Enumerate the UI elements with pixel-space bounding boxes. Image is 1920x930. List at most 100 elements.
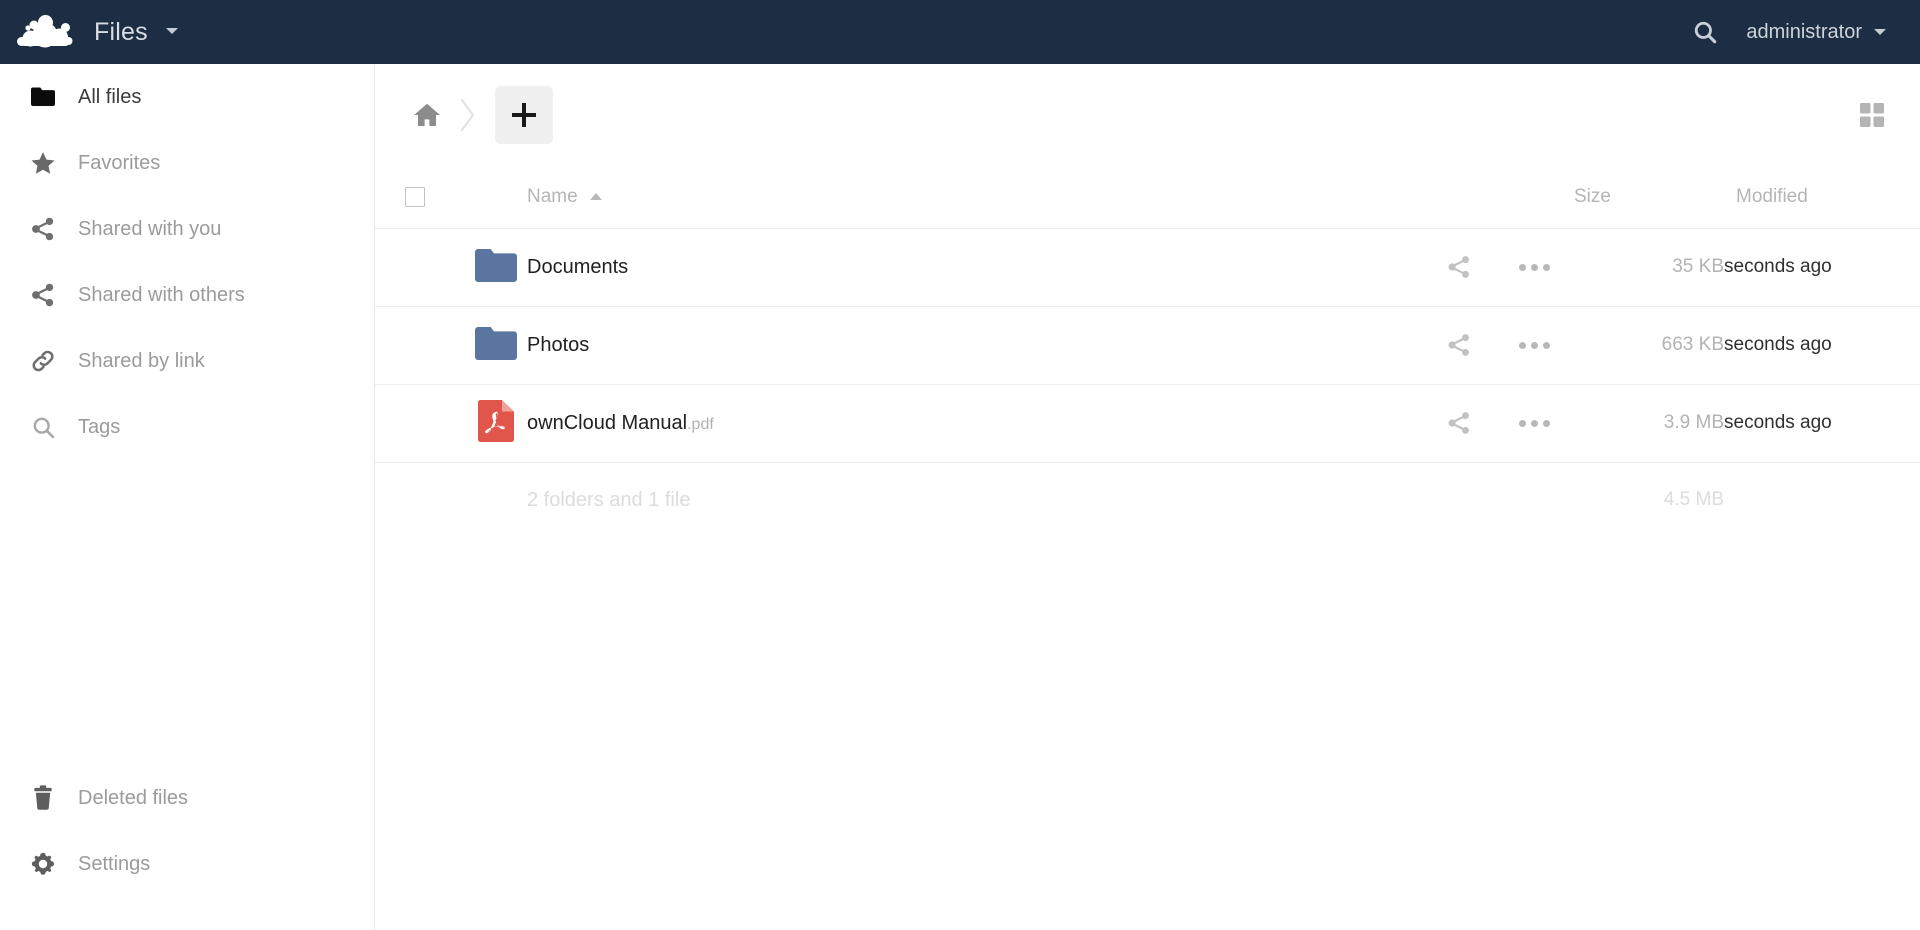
star-icon [18,151,68,176]
sidebar-item-label: Deleted files [78,786,189,809]
more-actions-icon [1518,341,1550,349]
summary-spacer-4 [1494,462,1574,538]
folder-icon [475,248,517,282]
sidebar: All files Favorites Shared with you Shar… [0,64,375,930]
grid-view-toggle-button[interactable] [1850,93,1894,137]
share-icon [18,216,68,242]
main-content: Name Size Modified Documents 35 KB secon… [375,64,1920,930]
row-name-cell[interactable]: ownCloud Manual.pdf [527,384,1424,463]
share-button[interactable] [1436,244,1482,290]
row-checkbox-cell[interactable] [375,384,465,463]
summary-spacer-2 [465,462,527,538]
summary-spacer-1 [375,462,465,538]
summary-spacer-3 [1424,462,1494,538]
sidebar-item-shared-by-link[interactable]: Shared by link [0,328,374,394]
file-list-header: Name Size Modified [375,166,1920,229]
sidebar-item-all-files[interactable]: All files [0,64,374,130]
modified-header[interactable]: Modified [1724,166,1920,229]
row-share-cell [1424,384,1494,463]
sidebar-secondary-nav: Deleted files Settings [0,765,374,897]
app-title-label: Files [94,17,148,46]
more-actions-icon [1518,263,1550,271]
file-name-label[interactable]: Photos [527,334,589,356]
name-sort-control[interactable]: Name [527,186,602,208]
sidebar-item-shared-with-others[interactable]: Shared with others [0,262,374,328]
sidebar-primary-nav: All files Favorites Shared with you Shar… [0,64,374,460]
sidebar-item-settings[interactable]: Settings [0,831,374,897]
chevron-right-icon [460,98,475,132]
share-icon [18,282,68,308]
row-share-cell [1424,306,1494,385]
sidebar-item-favorites[interactable]: Favorites [0,130,374,196]
grid-view-icon [1860,103,1884,127]
share-button[interactable] [1436,400,1482,446]
search-button[interactable] [1678,0,1732,64]
owncloud-logo[interactable] [0,0,90,64]
file-extension-label: .pdf [687,415,714,433]
search-icon [1695,21,1717,44]
sidebar-item-label: Shared with others [78,283,245,306]
row-icon-cell [465,384,527,463]
breadcrumb-home-button[interactable] [405,93,449,137]
user-name-label: administrator [1746,20,1862,43]
row-modified: seconds ago [1724,228,1920,307]
share-button[interactable] [1436,322,1482,368]
actions-header [1494,166,1574,229]
app-header: Files administrator [0,0,1920,64]
pdf-file-icon [478,399,514,442]
select-all-checkbox[interactable] [405,186,425,207]
home-icon [414,103,440,126]
folder-icon [18,86,68,108]
controls-bar [375,64,1920,166]
header-right-group: administrator [1678,0,1920,64]
table-row[interactable]: Documents 35 KB seconds ago [375,228,1920,307]
sidebar-item-tags[interactable]: Tags [0,394,374,460]
summary-count-label: 2 folders and 1 file [527,488,691,511]
row-name-cell[interactable]: Photos [527,306,1424,385]
table-row[interactable]: ownCloud Manual.pdf 3.9 MB seconds ago [375,384,1920,463]
row-modified: seconds ago [1724,306,1920,385]
row-actions-cell [1494,228,1574,307]
row-checkbox-cell[interactable] [375,306,465,385]
sidebar-item-label: Tags [78,415,121,438]
more-actions-button[interactable] [1511,244,1557,290]
share-icon [1448,256,1469,278]
row-icon-cell [465,306,527,385]
modified-header-label: Modified [1736,185,1808,207]
row-size: 3.9 MB [1574,384,1724,463]
file-name-label[interactable]: Documents [527,256,628,278]
sidebar-item-shared-with-you[interactable]: Shared with you [0,196,374,262]
row-checkbox-cell[interactable] [375,228,465,307]
sidebar-item-label: Shared with you [78,217,222,240]
owncloud-cloud-logo-icon [17,15,73,48]
summary-total-size: 4.5 MB [1663,489,1724,511]
row-actions-cell [1494,306,1574,385]
more-actions-button[interactable] [1511,400,1557,446]
summary-spacer-5 [1724,462,1920,538]
size-header[interactable]: Size [1574,166,1724,229]
gear-icon [18,851,68,877]
share-icon [1448,412,1469,434]
row-size: 35 KB [1574,228,1724,307]
new-file-button[interactable] [495,86,553,144]
name-header[interactable]: Name [527,166,1424,229]
user-menu[interactable]: administrator [1732,0,1894,64]
summary-count-cell: 2 folders and 1 file [527,462,1424,538]
file-name-label[interactable]: ownCloud Manual [527,412,687,434]
sidebar-item-label: Settings [78,852,151,875]
app-title[interactable]: Files [94,18,178,47]
chevron-down-icon [165,27,178,34]
more-actions-button[interactable] [1511,322,1557,368]
folder-icon [475,326,517,360]
sidebar-item-label: All files [78,85,142,108]
share-icon [1448,334,1469,356]
table-row[interactable]: Photos 663 KB seconds ago [375,306,1920,385]
name-header-label: Name [527,185,578,207]
sidebar-item-deleted-files[interactable]: Deleted files [0,765,374,831]
search-icon [18,415,68,440]
file-list-body: Documents 35 KB seconds ago Photos 663 K… [375,228,1920,538]
row-name-cell[interactable]: Documents [527,228,1424,307]
share-header [1424,166,1494,229]
icon-header [465,166,527,229]
file-list-summary-row: 2 folders and 1 file 4.5 MB [375,462,1920,538]
